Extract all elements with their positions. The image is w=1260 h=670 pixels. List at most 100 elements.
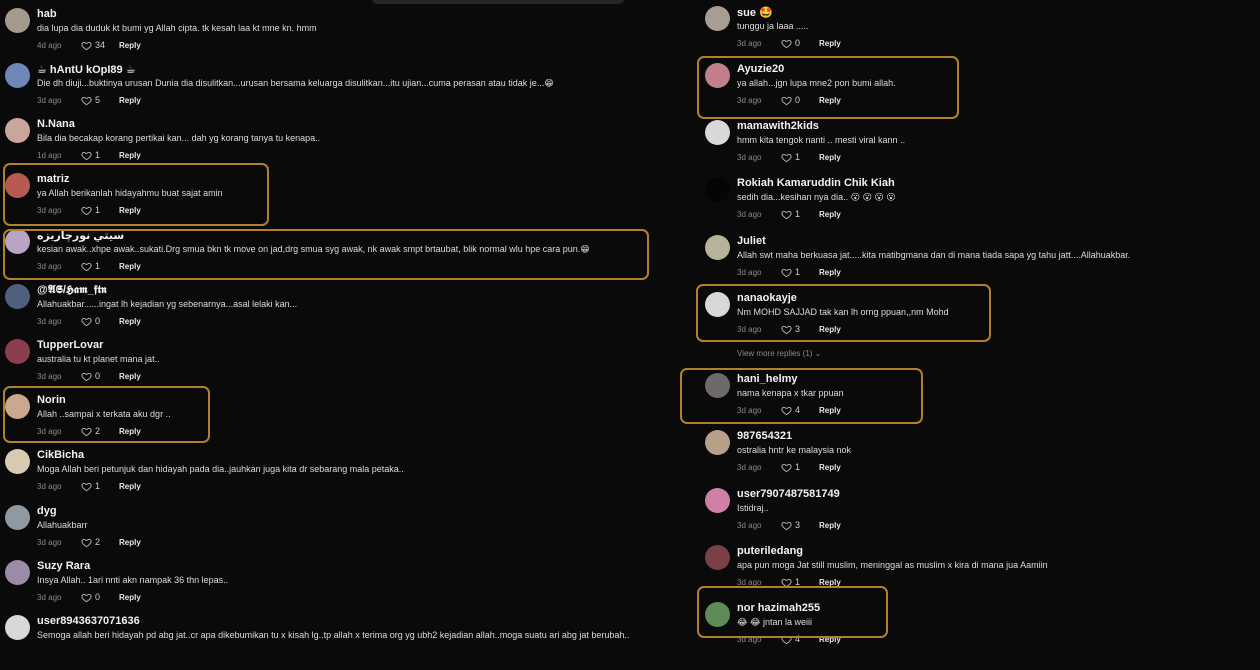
comment-username[interactable]: N.Nana [37,118,75,130]
reply-button[interactable]: Reply [819,39,841,48]
heart-icon[interactable] [81,261,92,272]
heart-icon[interactable] [781,38,792,49]
reply-button[interactable]: Reply [819,635,841,644]
comment-username[interactable]: mamawith2kids [737,120,819,132]
avatar[interactable] [5,615,30,640]
avatar[interactable] [5,339,30,364]
comment-username[interactable]: TupperLovar [37,339,103,351]
comment-username[interactable]: ☕ hAntU kOpI89 ☕ [37,63,136,76]
heart-icon[interactable] [781,577,792,588]
avatar[interactable] [705,6,730,31]
comment-username[interactable]: Suzy Rara [37,560,90,572]
reply-button[interactable]: Reply [819,406,841,415]
comment-username[interactable]: hani_helmy [737,373,798,385]
comment-username[interactable]: Rokiah Kamaruddin Chik Kiah [737,177,895,189]
avatar[interactable] [5,229,30,254]
heart-icon[interactable] [781,520,792,531]
like-count: 1 [95,481,101,491]
avatar[interactable] [705,373,730,398]
avatar[interactable] [705,488,730,513]
comment-username[interactable]: puteriledang [737,545,803,557]
comment-username[interactable]: CikBicha [37,449,84,461]
avatar[interactable] [705,292,730,317]
avatar[interactable] [705,63,730,88]
heart-icon[interactable] [81,481,92,492]
reply-button[interactable]: Reply [119,482,141,491]
reply-button[interactable]: Reply [119,538,141,547]
heart-icon[interactable] [781,152,792,163]
comment-age: 3d ago [737,268,762,277]
reply-button[interactable]: Reply [819,96,841,105]
like-count: 1 [795,152,801,162]
avatar[interactable] [5,63,30,88]
avatar[interactable] [705,602,730,627]
avatar[interactable] [5,173,30,198]
avatar[interactable] [705,177,730,202]
like-count: 1 [95,205,101,215]
reply-button[interactable]: Reply [119,206,141,215]
heart-icon[interactable] [81,537,92,548]
comment-age: 3d ago [37,96,62,105]
avatar[interactable] [5,8,30,33]
comment-username[interactable]: @𝕬𝕾/𝕳𝖆𝖒_𝖋𝖙𝖓 [37,284,107,297]
heart-icon[interactable] [781,324,792,335]
comment-username[interactable]: Ayuzie20 [737,63,784,75]
heart-icon[interactable] [781,209,792,220]
comment-username[interactable]: hab [37,8,57,20]
reply-button[interactable]: Reply [819,153,841,162]
comment-username[interactable]: 987654321 [737,430,792,442]
view-more-replies-link[interactable]: View more replies (1) ⌄ [737,349,821,358]
heart-icon[interactable] [781,462,792,473]
heart-icon[interactable] [781,267,792,278]
comment-username[interactable]: Juliet [737,235,766,247]
reply-button[interactable]: Reply [119,262,141,271]
heart-icon[interactable] [781,405,792,416]
comment-username[interactable]: user7907487581749 [737,488,840,500]
comment-age: 3d ago [737,578,762,587]
avatar[interactable] [5,560,30,585]
comment-username[interactable]: nor hazimah255 [737,602,820,614]
reply-button[interactable]: Reply [119,593,141,602]
top-scroll-indicator [372,0,624,4]
avatar[interactable] [705,235,730,260]
reply-button[interactable]: Reply [119,151,141,160]
heart-icon[interactable] [81,95,92,106]
reply-button[interactable]: Reply [819,210,841,219]
avatar[interactable] [705,430,730,455]
reply-button[interactable]: Reply [119,41,141,50]
comment-username[interactable]: سيتي نورچاريزه [37,229,124,242]
heart-icon[interactable] [81,40,92,51]
comment-username[interactable]: Norin [37,394,66,406]
avatar[interactable] [5,505,30,530]
comment-username[interactable]: user8943637071636 [37,615,140,627]
avatar[interactable] [5,394,30,419]
heart-icon[interactable] [81,205,92,216]
comment-username[interactable]: matriz [37,173,69,185]
comment-username[interactable]: nanaokayje [737,292,797,304]
reply-button[interactable]: Reply [119,96,141,105]
heart-icon[interactable] [781,634,792,645]
reply-button[interactable]: Reply [819,463,841,472]
avatar[interactable] [5,118,30,143]
reply-button[interactable]: Reply [119,317,141,326]
reply-button[interactable]: Reply [119,372,141,381]
avatar[interactable] [705,545,730,570]
avatar[interactable] [705,120,730,145]
heart-icon[interactable] [781,95,792,106]
comment-username[interactable]: sue 🤩 [737,6,773,19]
heart-icon[interactable] [81,316,92,327]
comment-username[interactable]: dyg [37,505,57,517]
avatar[interactable] [5,449,30,474]
reply-button[interactable]: Reply [819,521,841,530]
heart-icon[interactable] [81,150,92,161]
like-count: 4 [795,634,801,644]
reply-button[interactable]: Reply [819,268,841,277]
reply-button[interactable]: Reply [119,427,141,436]
heart-icon[interactable] [81,592,92,603]
comment-age: 3d ago [37,317,62,326]
avatar[interactable] [5,284,30,309]
heart-icon[interactable] [81,371,92,382]
reply-button[interactable]: Reply [819,578,841,587]
reply-button[interactable]: Reply [819,325,841,334]
heart-icon[interactable] [81,426,92,437]
